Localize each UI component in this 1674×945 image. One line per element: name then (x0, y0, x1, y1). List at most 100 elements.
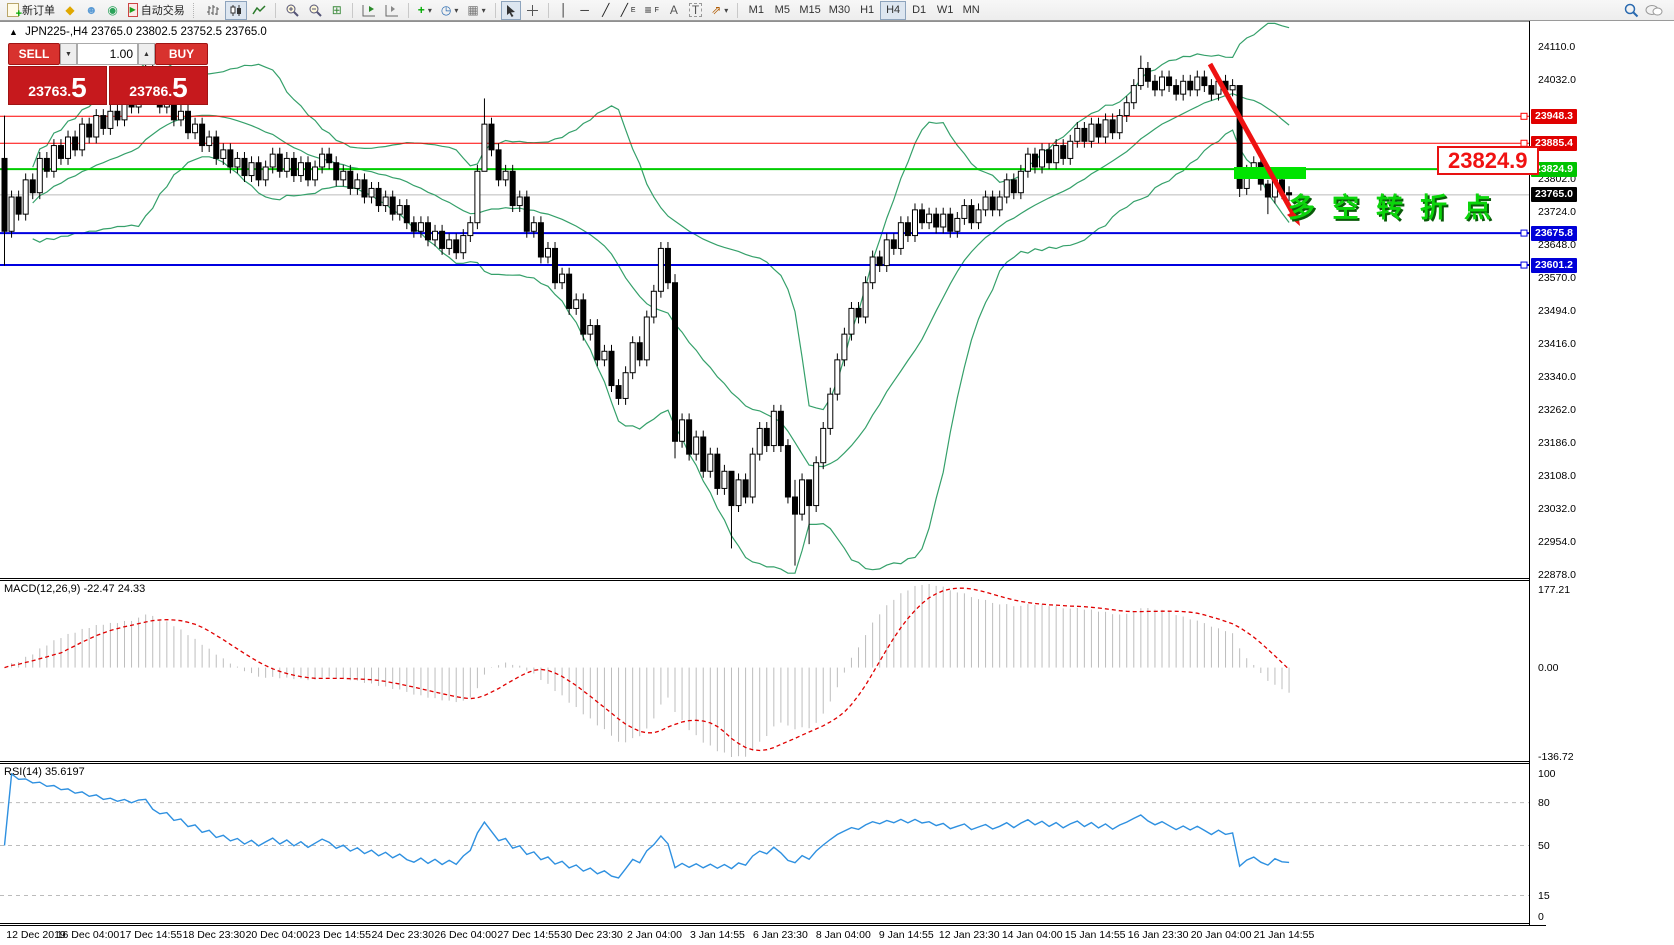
text-label-button[interactable]: T (685, 1, 706, 20)
chart-symbol: JPN225-,H4 (25, 26, 88, 38)
templates-button[interactable]: ▦ ▾ (463, 1, 489, 20)
fibonacci-icon: ≡ (645, 4, 652, 16)
zoom-out-button[interactable] (304, 1, 326, 20)
candle-chart-button[interactable] (225, 1, 247, 20)
candle-body (1054, 146, 1059, 163)
trend-arrow[interactable] (1210, 64, 1295, 217)
trendline-button[interactable]: ╱ (596, 1, 616, 20)
cursor-button[interactable] (501, 1, 521, 20)
timeframe-h4-button[interactable]: H4 (880, 1, 906, 20)
zoom-in-button[interactable] (281, 1, 303, 20)
timeframe-m30-button[interactable]: M30 (825, 1, 854, 20)
sell-button[interactable]: SELL (8, 43, 60, 65)
timeframe-m15-button[interactable]: M15 (795, 1, 824, 20)
bollinger-upper-band (33, 23, 1289, 409)
price-chart-canvas[interactable] (0, 0, 1674, 945)
candle-body (1202, 77, 1207, 86)
candle-body (560, 274, 565, 283)
new-order-button[interactable]: + 新订单 (3, 1, 59, 20)
candle-body (821, 428, 826, 462)
timeframe-d1-button[interactable]: D1 (906, 1, 932, 20)
annotation-note-text[interactable]: 多空转折点 (1288, 186, 1508, 225)
signals-button[interactable]: ◉ (103, 1, 123, 20)
candle-body (1047, 150, 1052, 163)
sell-price-display[interactable]: 23763.5 (8, 66, 107, 105)
candle-body (1209, 86, 1214, 95)
price-callout-box[interactable]: 23824.9 (1437, 146, 1539, 175)
chat-icon[interactable] (1645, 3, 1663, 18)
periods-caret-icon: ▾ (454, 6, 458, 15)
indicators-button[interactable]: + ▾ (414, 1, 436, 20)
candle-body (538, 223, 543, 257)
line-chart-icon (252, 4, 266, 17)
crosshair-button[interactable] (522, 1, 543, 20)
time-axis-label: 18 Dec 23:30 (183, 929, 245, 941)
trendline-icon: ╱ (602, 4, 609, 16)
timeframe-mn-button[interactable]: MN (958, 1, 984, 20)
fibonacci-button[interactable]: ≡F (641, 1, 663, 20)
candle-body (941, 214, 946, 227)
candle-body (792, 497, 797, 514)
candle-body (433, 231, 438, 240)
candle-body (1117, 116, 1122, 133)
oct-collapse-arrow[interactable]: ▲ (9, 27, 18, 37)
volume-increase-button[interactable]: ▲ (138, 43, 155, 65)
horizontal-line-button[interactable]: ─ (575, 1, 595, 20)
search-icon[interactable] (1624, 3, 1639, 18)
level-anchor[interactable] (1521, 262, 1527, 268)
candle-body (785, 446, 790, 497)
buy-price-display[interactable]: 23786.5 (109, 66, 208, 105)
candle-body (1188, 81, 1193, 90)
buy-button[interactable]: BUY (155, 43, 208, 65)
candle-body (983, 197, 988, 210)
tile-windows-button[interactable]: ⊞ (327, 1, 347, 20)
channel-button[interactable]: ╱E (617, 1, 640, 20)
vertical-line-icon: │ (560, 4, 568, 16)
indicators-icon: + (418, 4, 425, 16)
candle-body (235, 158, 240, 167)
arrows-button[interactable]: ⇗ ▾ (707, 1, 732, 20)
text-button[interactable]: A (664, 1, 684, 20)
vertical-line-button[interactable]: │ (554, 1, 574, 20)
candle-body (771, 411, 776, 445)
chart-shift-button[interactable] (381, 1, 403, 20)
candle-body (200, 124, 205, 145)
volume-input[interactable] (77, 43, 138, 65)
rsi-scale-label: 15 (1538, 890, 1550, 902)
price-axis-tick: 23340.0 (1538, 371, 1576, 383)
auto-scroll-button[interactable] (358, 1, 380, 20)
volume-decrease-button[interactable]: ▼ (60, 43, 77, 65)
timeframe-m5-button[interactable]: M5 (769, 1, 795, 20)
candle-body (778, 411, 783, 445)
candle-body (602, 351, 607, 360)
timeframe-h1-button[interactable]: H1 (854, 1, 880, 20)
price-axis[interactable]: 24110.024032.023802.023724.023648.023570… (1530, 21, 1674, 925)
time-axis-label: 16 Dec 04:00 (57, 929, 119, 941)
candle-body (912, 210, 917, 236)
candle-body (962, 206, 967, 219)
candle-body (581, 300, 586, 334)
level-anchor[interactable] (1521, 230, 1527, 236)
price-axis-tick: 23724.0 (1538, 206, 1576, 218)
candle-body (743, 480, 748, 497)
periods-button[interactable]: ◷ ▾ (437, 1, 463, 20)
candle-body (263, 167, 268, 180)
text-icon: A (670, 4, 678, 16)
community-button[interactable]: ☻ (81, 1, 102, 20)
candle-body (468, 223, 473, 236)
candle-body (898, 223, 903, 249)
one-click-trading-panel: SELL ▼ ▲ BUY 23763.5 23786.5 (8, 43, 208, 105)
line-chart-button[interactable] (248, 1, 270, 20)
time-axis[interactable]: 12 Dec 201916 Dec 04:0017 Dec 14:5518 De… (0, 926, 1674, 945)
auto-trading-button[interactable]: ▶ 自动交易 (124, 1, 189, 20)
auto-scroll-icon (362, 4, 376, 17)
timeframe-w1-button[interactable]: W1 (932, 1, 958, 20)
price-axis-tick: 23032.0 (1538, 503, 1576, 515)
level-anchor[interactable] (1521, 113, 1527, 119)
auto-trading-icon: ▶ (128, 3, 138, 17)
timeframe-m1-button[interactable]: M1 (743, 1, 769, 20)
candle-body (1160, 77, 1165, 90)
bar-chart-button[interactable] (202, 1, 224, 20)
symbols-button[interactable]: ◆ (60, 1, 80, 20)
candle-body (1110, 120, 1115, 133)
